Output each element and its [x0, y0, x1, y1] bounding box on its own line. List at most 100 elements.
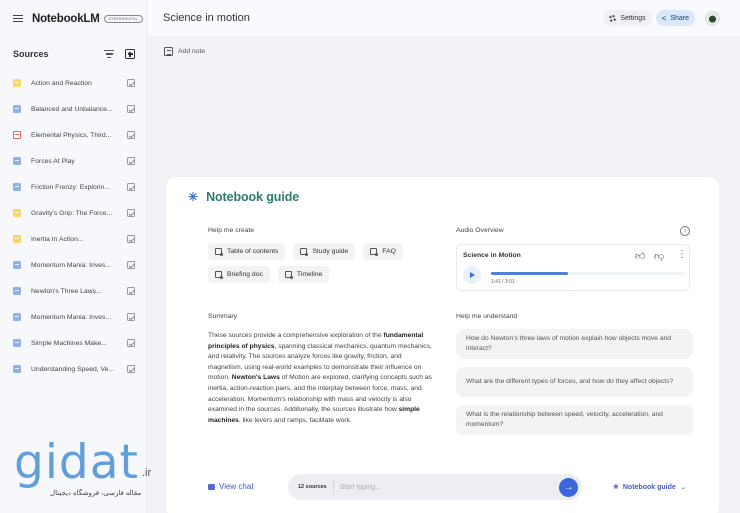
chat-input[interactable] [339, 483, 559, 491]
source-file-icon [13, 365, 21, 373]
chip-label: Table of contents [227, 248, 279, 255]
document-icon [370, 248, 379, 256]
create-chip[interactable]: Table of contents [208, 243, 286, 260]
arrow-right-icon: → [563, 481, 574, 493]
source-checkbox[interactable] [127, 105, 135, 113]
add-source-icon[interactable] [125, 49, 135, 59]
play-button[interactable] [463, 266, 481, 284]
add-note-label: Add note [178, 48, 206, 55]
summary-text: These sources provide a comprehensive ex… [208, 331, 433, 426]
notebook-guide-toggle[interactable]: ✳ Notebook guide ⌄ [613, 483, 686, 492]
settings-button[interactable]: Settings [603, 10, 652, 26]
info-icon[interactable]: i [680, 226, 690, 236]
sources-title: Sources [13, 49, 49, 59]
source-file-icon [13, 339, 21, 347]
source-file-icon [13, 183, 21, 191]
source-checkbox[interactable] [127, 235, 135, 243]
create-chips: Table of contents Study guide FAQ Briefing … [208, 243, 438, 283]
source-checkbox[interactable] [127, 131, 135, 139]
source-label: Momentum Mania: Inves... [31, 313, 112, 321]
chip-label: Study guide [312, 248, 349, 255]
source-label: Forces At Play [31, 157, 75, 165]
thumbs-down-icon[interactable]: 👎︎ [654, 250, 664, 262]
create-chip[interactable]: Timeline [277, 266, 330, 283]
filter-icon[interactable] [104, 50, 114, 58]
document-icon [284, 271, 293, 279]
source-file-icon [13, 235, 21, 243]
source-file-icon [13, 157, 21, 165]
source-file-icon [13, 287, 21, 295]
source-checkbox[interactable] [127, 157, 135, 165]
source-count[interactable]: 12 sources [298, 480, 334, 494]
guide-title: Notebook guide [206, 190, 300, 204]
audio-overview-label: Audio Overview [456, 227, 504, 234]
source-checkbox[interactable] [127, 209, 135, 217]
menu-icon[interactable] [13, 14, 23, 23]
source-item[interactable]: Friction Frenzy: Explorin... [0, 174, 146, 200]
summary-highlight: Newton's Laws [231, 374, 280, 382]
source-label: Simple Machines Make... [31, 339, 107, 347]
chip-label: Briefing doc [227, 271, 263, 278]
send-button[interactable]: → [559, 477, 578, 497]
source-label: Friction Frenzy: Explorin... [31, 183, 110, 191]
source-checkbox[interactable] [127, 339, 135, 347]
source-item[interactable]: Simple Machines Make... [0, 330, 146, 356]
app-name: NotebookLM [32, 12, 100, 25]
audio-title: Science in Motion [463, 252, 521, 259]
source-checkbox[interactable] [127, 79, 135, 87]
source-item[interactable]: Action and Reaction [0, 70, 146, 96]
source-item[interactable]: Elemental Physics, Third... [0, 122, 146, 148]
view-chat-label: View chat [219, 482, 254, 491]
source-label: Understanding Speed, Ve... [31, 365, 115, 373]
source-list: Action and Reaction Balanced and Unbalanc… [0, 70, 146, 382]
share-button[interactable]: < Share [655, 10, 695, 26]
source-label: Elemental Physics, Third... [31, 131, 112, 139]
summary-segment: , like levers and ramps, facilitate work… [238, 416, 352, 424]
source-item[interactable]: Understanding Speed, Ve... [0, 356, 146, 382]
chevron-down-icon: ⌄ [680, 484, 686, 491]
source-label: Gravity's Grip: The Force... [31, 209, 113, 217]
create-chip[interactable]: FAQ [363, 243, 403, 260]
help-understand-label: Help me understand [456, 313, 518, 320]
audio-progress-fill [491, 272, 569, 275]
avatar[interactable] [705, 10, 720, 26]
create-chip[interactable]: Study guide [293, 243, 356, 260]
thumbs-up-icon[interactable]: 👍︎ [635, 250, 645, 262]
source-checkbox[interactable] [127, 313, 135, 321]
settings-label: Settings [620, 14, 646, 22]
source-checkbox[interactable] [127, 261, 135, 269]
source-item[interactable]: Momentum Mania: Inves... [0, 252, 146, 278]
view-chat-button[interactable]: View chat [208, 482, 254, 491]
source-checkbox[interactable] [127, 365, 135, 373]
help-create-label: Help me create [208, 227, 255, 234]
suggested-question[interactable]: How do Newton's three laws of motion exp… [456, 329, 693, 359]
suggested-question[interactable]: What are the different types of forces, … [456, 367, 693, 397]
source-item[interactable]: Forces At Play [0, 148, 146, 174]
document-icon [215, 248, 223, 256]
source-file-icon [13, 261, 21, 269]
chip-label: FAQ [382, 248, 396, 255]
source-label: Balanced and Unbalance... [31, 105, 113, 113]
source-item[interactable]: Inertia In Action... [0, 226, 146, 252]
source-item[interactable]: Momentum Mania: Inves... [0, 304, 146, 330]
more-vert-icon[interactable]: ⋮ [677, 250, 687, 260]
source-file-icon [13, 79, 21, 87]
guide-toggle-label: Notebook guide [622, 483, 676, 491]
add-note-button[interactable]: Add note [164, 47, 205, 56]
summary-label: Summary [208, 313, 238, 320]
sources-header: Sources [0, 38, 146, 70]
source-item[interactable]: Newton's Three Laws... [0, 278, 146, 304]
create-chip[interactable]: Briefing doc [208, 266, 270, 283]
source-item[interactable]: Balanced and Unbalance... [0, 96, 146, 122]
suggested-question[interactable]: What is the relationship between speed, … [456, 405, 693, 435]
sources-sidebar: NotebookLM Experimental Sources Action a… [0, 0, 147, 513]
source-checkbox[interactable] [127, 183, 135, 191]
notebook-guide-card: ✳ Notebook guide Help me create Table of… [166, 177, 719, 513]
notebook-title[interactable]: Science in motion [163, 12, 599, 24]
source-label: Inertia In Action... [31, 235, 84, 243]
chat-icon [208, 483, 215, 490]
audio-progress-bar[interactable] [491, 272, 684, 275]
source-checkbox[interactable] [127, 287, 135, 295]
source-item[interactable]: Gravity's Grip: The Force... [0, 200, 146, 226]
share-icon: < [661, 13, 667, 23]
